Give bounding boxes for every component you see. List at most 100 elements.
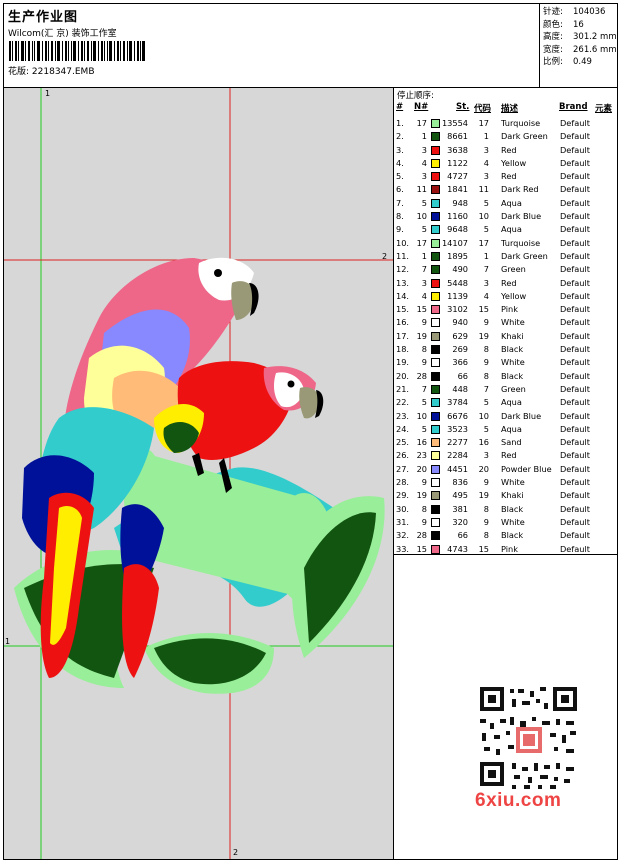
stitch-count: 3523	[447, 423, 468, 434]
color-description: Turquoise	[501, 118, 541, 128]
color-swatch	[431, 305, 440, 315]
color-description: Green	[501, 264, 526, 275]
color-swatch	[431, 331, 440, 341]
meta-value: 16	[573, 19, 584, 30]
stop-row: 4. 4 1122 4 Yellow Default	[394, 157, 619, 170]
stop-index: 32.	[396, 530, 410, 541]
color-swatch	[431, 132, 440, 142]
col-desc: 描述	[501, 104, 519, 114]
col-idx: #	[396, 102, 404, 112]
thread-brand: Default	[560, 410, 590, 421]
color-code: 5	[483, 423, 489, 434]
needle-number: 9	[421, 477, 427, 488]
stitch-count: 3102	[447, 304, 468, 315]
stop-index: 26.	[396, 450, 410, 461]
stop-sequence-caption: 停止顺序:	[397, 91, 434, 101]
studio-subtitle: Wilcom(汇 京) 装饰工作室	[8, 29, 117, 39]
color-swatch	[431, 504, 440, 514]
meta-row: 比例: 0.49	[540, 56, 617, 69]
color-code: 4	[483, 290, 489, 301]
needle-number: 5	[421, 197, 427, 208]
thread-brand: Default	[560, 330, 590, 341]
thread-brand: Default	[560, 437, 590, 448]
stop-index: 2.	[396, 131, 404, 142]
meta-row: 颜色: 16	[540, 19, 617, 32]
meta-label: 比例:	[543, 57, 563, 67]
meta-value: 0.49	[573, 57, 592, 67]
color-description: Black	[501, 503, 524, 514]
needle-number: 16	[416, 437, 427, 448]
color-description: White	[501, 516, 525, 527]
needle-number: 8	[421, 344, 427, 355]
color-swatch	[431, 531, 440, 541]
thread-brand: Default	[560, 383, 590, 394]
stop-index: 9.	[396, 224, 404, 235]
stop-row: 9. 5 9648 5 Aqua Default	[394, 223, 619, 236]
stop-index: 21.	[396, 383, 410, 394]
color-code: 7	[483, 383, 489, 394]
color-code: 3	[483, 450, 489, 461]
color-swatch	[431, 238, 440, 248]
stop-index: 22.	[396, 397, 410, 408]
color-description: Yellow	[501, 157, 527, 168]
meta-label: 颜色:	[543, 19, 563, 30]
needle-number: 11	[416, 184, 427, 195]
color-swatch	[431, 544, 440, 554]
color-swatch	[431, 478, 440, 488]
color-swatch	[431, 212, 440, 222]
pattern-file: 花版: 2218347.EMB	[8, 64, 95, 77]
stitch-count: 836	[452, 477, 468, 488]
color-description: Khaki	[501, 330, 524, 341]
stitch-count: 9648	[447, 224, 468, 235]
needle-number: 5	[421, 423, 427, 434]
stop-row: 8. 10 1160 10 Dark Blue Default	[394, 210, 619, 223]
color-description: Dark Blue	[501, 410, 542, 421]
color-swatch	[431, 225, 440, 235]
stitch-count: 381	[452, 503, 468, 514]
stop-row: 5. 3 4727 3 Red Default	[394, 170, 619, 183]
thread-brand: Default	[560, 171, 590, 182]
stitch-count: 4451	[447, 463, 468, 474]
needle-number: 9	[421, 516, 427, 527]
needle-number: 8	[421, 503, 427, 514]
stitch-count: 495	[452, 490, 468, 501]
color-code: 5	[483, 197, 489, 208]
needle-number: 4	[421, 290, 427, 301]
needle-number: 20	[416, 463, 427, 474]
color-description: White	[501, 357, 525, 368]
stitch-count: 940	[452, 317, 468, 328]
marker-right: 2	[382, 252, 388, 261]
stop-index: 29.	[396, 490, 410, 501]
stop-row: 16. 9 940 9 White Default	[394, 316, 619, 329]
stop-row: 19. 9 366 9 White Default	[394, 356, 619, 369]
stop-row: 27. 20 4451 20 Powder Blue Default	[394, 463, 619, 476]
color-swatch	[431, 318, 440, 328]
thread-brand: Default	[560, 516, 590, 527]
meta-label: 宽度:	[543, 44, 563, 55]
thread-brand: Default	[560, 197, 590, 208]
stop-row: 11. 1 1895 1 Dark Green Default	[394, 250, 619, 263]
stop-row: 32. 28 66 8 Black Default	[394, 529, 619, 542]
color-swatch	[431, 371, 440, 381]
thread-brand: Default	[560, 264, 590, 275]
needle-number: 9	[421, 317, 427, 328]
color-swatch	[431, 464, 440, 474]
stitch-count: 14107	[441, 237, 468, 248]
stop-index: 25.	[396, 437, 410, 448]
color-code: 1	[483, 131, 489, 142]
stop-index: 14.	[396, 290, 410, 301]
col-code: 代码	[474, 104, 492, 114]
color-swatch	[431, 424, 440, 434]
color-code: 4	[483, 157, 489, 168]
thread-brand: Default	[560, 530, 590, 541]
stop-index: 1.	[396, 118, 404, 128]
color-swatch	[431, 198, 440, 208]
stop-row: 24. 5 3523 5 Aqua Default	[394, 423, 619, 436]
stop-index: 15.	[396, 304, 410, 315]
color-description: Red	[501, 171, 517, 182]
stitch-count: 13554	[441, 118, 468, 128]
design-canvas: 1 2 2 1	[3, 87, 394, 860]
marker-top: 1	[45, 89, 51, 98]
stop-index: 11.	[396, 250, 410, 261]
stitch-count: 1160	[447, 211, 468, 222]
